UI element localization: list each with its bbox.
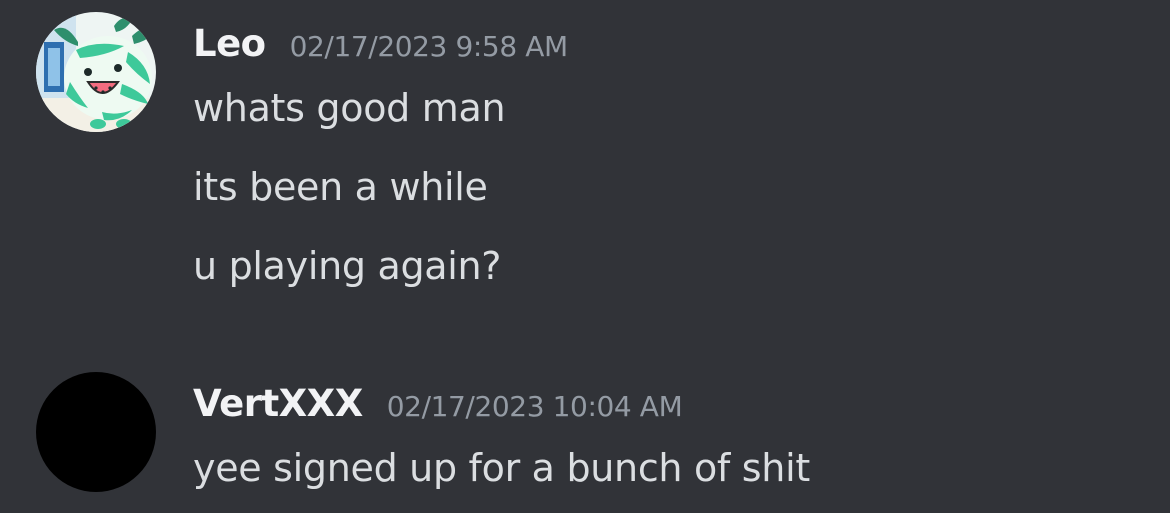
message-text: yee signed up for a bunch of shit <box>193 446 810 490</box>
watermelon-creature-icon <box>36 12 156 132</box>
message-header: Leo 02/17/2023 9:58 AM <box>193 22 568 65</box>
user-avatar[interactable] <box>36 372 156 492</box>
message-text: its been a while <box>193 165 488 209</box>
timestamp: 02/17/2023 9:58 AM <box>289 30 569 63</box>
message-header: VertXXX 02/17/2023 10:04 AM <box>193 382 683 425</box>
message-text: whats good man <box>193 86 506 130</box>
user-avatar[interactable] <box>36 12 156 132</box>
timestamp: 02/17/2023 10:04 AM <box>386 390 683 423</box>
username[interactable]: Leo <box>193 22 266 65</box>
username[interactable]: VertXXX <box>193 382 363 425</box>
message-text: u playing again? <box>193 244 502 288</box>
